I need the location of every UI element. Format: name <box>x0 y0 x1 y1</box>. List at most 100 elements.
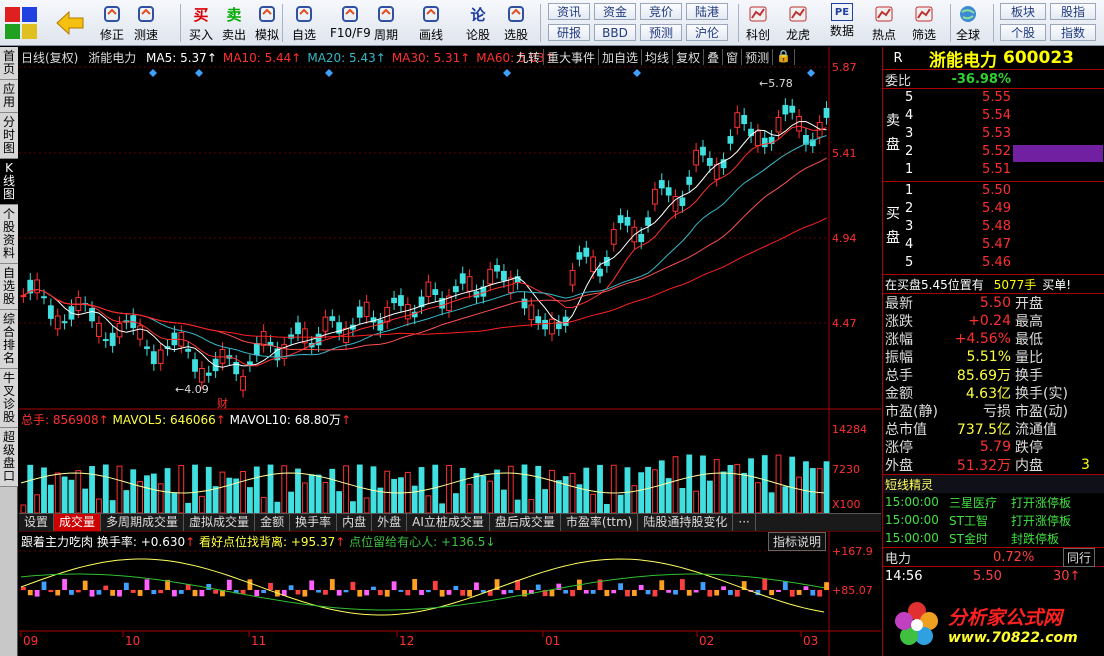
back-button[interactable] <box>54 2 86 44</box>
stat-key2: 市盈(动) <box>1015 404 1068 420</box>
indicator-tab-11[interactable]: 陆股通持股变化 <box>638 514 734 531</box>
volume-bar <box>439 503 446 514</box>
chart-tool-7[interactable]: 预测 <box>742 49 774 65</box>
left-tab-2[interactable]: 分时图 <box>0 113 18 159</box>
indicator-tab-7[interactable]: 外盘 <box>372 514 408 531</box>
toolbar-label: 测速 <box>134 28 159 42</box>
left-tab-0[interactable]: 首页 <box>0 47 18 80</box>
toolbar-label: 模拟 <box>255 28 280 42</box>
stat-value: 5.50 <box>979 295 1011 311</box>
book-price[interactable]: 5.52 <box>953 144 1011 159</box>
toolbar-button-globe[interactable]: 全球 <box>956 2 980 44</box>
left-tab-3[interactable]: K线图 <box>0 159 18 205</box>
short-elf-header[interactable]: 短线精灵 <box>883 475 1104 493</box>
left-tab-5[interactable]: 自选股 <box>0 264 18 310</box>
chart-tool-2[interactable]: 加自选 <box>599 49 643 65</box>
left-tab-1[interactable]: 应用 <box>0 80 18 113</box>
toolbar-button-3[interactable]: 卖卖出 <box>222 2 246 44</box>
f10-button[interactable]: F10/F9 <box>330 2 371 44</box>
book-price[interactable]: 5.55 <box>953 90 1011 105</box>
indicator-tab-2[interactable]: 多周期成交量 <box>101 514 185 531</box>
toolbar-label: 选股 <box>504 28 529 42</box>
indicator-explain-button[interactable]: 指标说明 <box>768 532 827 551</box>
toolbar-button-4[interactable]: 模拟 <box>255 2 279 44</box>
left-tab-7[interactable]: 牛叉诊股 <box>0 369 18 428</box>
left-tab-8[interactable]: 超级盘口 <box>0 428 18 487</box>
chart-tool-5[interactable]: 叠 <box>704 49 724 65</box>
indicator-bar <box>343 590 349 593</box>
toolbar-button-7[interactable]: 周期 <box>374 2 398 44</box>
market-button-板块[interactable]: 板块 <box>1000 3 1046 20</box>
indicator-tab-10[interactable]: 市盈率(ttm) <box>561 514 639 531</box>
chart-tool-8[interactable]: 🔒 <box>773 49 796 65</box>
toolbar-separator <box>950 4 951 42</box>
toolbar-button-dragon[interactable]: 龙虎 <box>786 2 810 44</box>
book-price[interactable]: 5.46 <box>953 255 1011 270</box>
chart-tool-3[interactable]: 均线 <box>642 49 674 65</box>
indicator-tab-6[interactable]: 内盘 <box>337 514 373 531</box>
app-logo[interactable] <box>4 6 38 40</box>
chart-tool-0[interactable]: 九转 <box>513 49 545 65</box>
toolbar-button-0[interactable]: 修正 <box>100 2 124 44</box>
quick-button-沪伦[interactable]: 沪伦 <box>686 24 728 41</box>
toolbar-button-kechuang[interactable]: 科创 <box>746 2 770 44</box>
sector-row[interactable]: 电力 0.72% 同行 <box>883 547 1104 567</box>
market-button-股指[interactable]: 股指 <box>1050 3 1096 20</box>
indicator-bar <box>686 590 692 596</box>
toolbar-button-data[interactable]: PE 数据 <box>830 2 854 44</box>
toolbar-button-filter[interactable]: 筛选 <box>912 2 936 44</box>
short-elf-item[interactable]: 15:00:00 ST金时 封跌停板 <box>883 529 1104 547</box>
indicator-tab-8[interactable]: AI立桩成交量 <box>407 514 490 531</box>
toolbar-button-10[interactable]: 选股 <box>504 2 528 44</box>
indicator-tab-4[interactable]: 金额 <box>255 514 291 531</box>
toolbar-button-5[interactable]: 自选 <box>292 2 316 44</box>
indicator-tab-0[interactable]: 设置 <box>19 514 55 531</box>
quick-button-陆港[interactable]: 陆港 <box>686 3 728 20</box>
indicator-bar <box>611 590 617 594</box>
book-price[interactable]: 5.50 <box>953 183 1011 198</box>
toolbar-button-hot[interactable]: 热点 <box>872 2 896 44</box>
book-price[interactable]: 5.47 <box>953 237 1011 252</box>
book-price[interactable]: 5.49 <box>953 201 1011 216</box>
book-price[interactable]: 5.53 <box>953 126 1011 141</box>
indicator-bar <box>69 590 74 595</box>
volume-bar <box>322 481 329 514</box>
toolbar-button-1[interactable]: 测速 <box>134 2 158 44</box>
quick-button-资金[interactable]: 资金 <box>594 3 636 20</box>
kline-chart-area[interactable]: 5.87 5.41 4.94 4.47 14284 7230 X100 +167.9 +85.0… <box>19 47 881 656</box>
toolbar-button-9[interactable]: 论论股 <box>466 2 490 44</box>
sector-peer-tab[interactable]: 同行 <box>1063 547 1096 567</box>
quick-button-资讯[interactable]: 资讯 <box>548 3 590 20</box>
book-price[interactable]: 5.48 <box>953 219 1011 234</box>
market-button-指数[interactable]: 指数 <box>1050 24 1096 41</box>
quick-button-BBD[interactable]: BBD <box>594 24 636 41</box>
chart-tool-1[interactable]: 重大事件 <box>544 49 600 65</box>
candle-body <box>610 229 617 245</box>
stat-key: 市盈(静) <box>885 404 938 420</box>
book-price[interactable]: 5.54 <box>953 108 1011 123</box>
volume-bar <box>82 488 89 514</box>
indicator-tab-12[interactable]: ··· <box>733 514 756 531</box>
indicator-tab-5[interactable]: 换手率 <box>290 514 338 531</box>
rights-marker: R <box>893 50 903 66</box>
quick-button-竞价[interactable]: 竞价 <box>640 3 682 20</box>
indicator-tab-1[interactable]: 成交量 <box>54 514 102 531</box>
indicator-bar <box>714 590 720 596</box>
left-tab-6[interactable]: 综合排名 <box>0 310 18 369</box>
short-elf-item[interactable]: 15:00:00 ST工智 打开涨停板 <box>883 511 1104 529</box>
toolbar-button-8[interactable]: 画线 <box>419 2 443 44</box>
toolbar-button-2[interactable]: 买买入 <box>189 2 213 44</box>
indicator-bar <box>130 590 136 593</box>
left-tab-4[interactable]: 个股资料 <box>0 205 18 264</box>
kline-chart-canvas[interactable]: 5.87 5.41 4.94 4.47 14284 7230 X100 +167.9 +85.0… <box>19 47 881 656</box>
indicator-tab-9[interactable]: 盘后成交量 <box>490 514 561 531</box>
chart-tool-6[interactable]: 窗 <box>723 49 743 65</box>
book-price[interactable]: 5.51 <box>953 162 1011 177</box>
short-elf-item[interactable]: 15:00:00 三星医疗 打开涨停板 <box>883 493 1104 511</box>
market-button-个股[interactable]: 个股 <box>1000 24 1046 41</box>
chart-tool-4[interactable]: 复权 <box>673 49 705 65</box>
indicator-bar <box>144 579 150 590</box>
quick-button-研报[interactable]: 研报 <box>548 24 590 41</box>
quick-button-预测[interactable]: 预测 <box>640 24 682 41</box>
indicator-tab-3[interactable]: 虚拟成交量 <box>184 514 256 531</box>
